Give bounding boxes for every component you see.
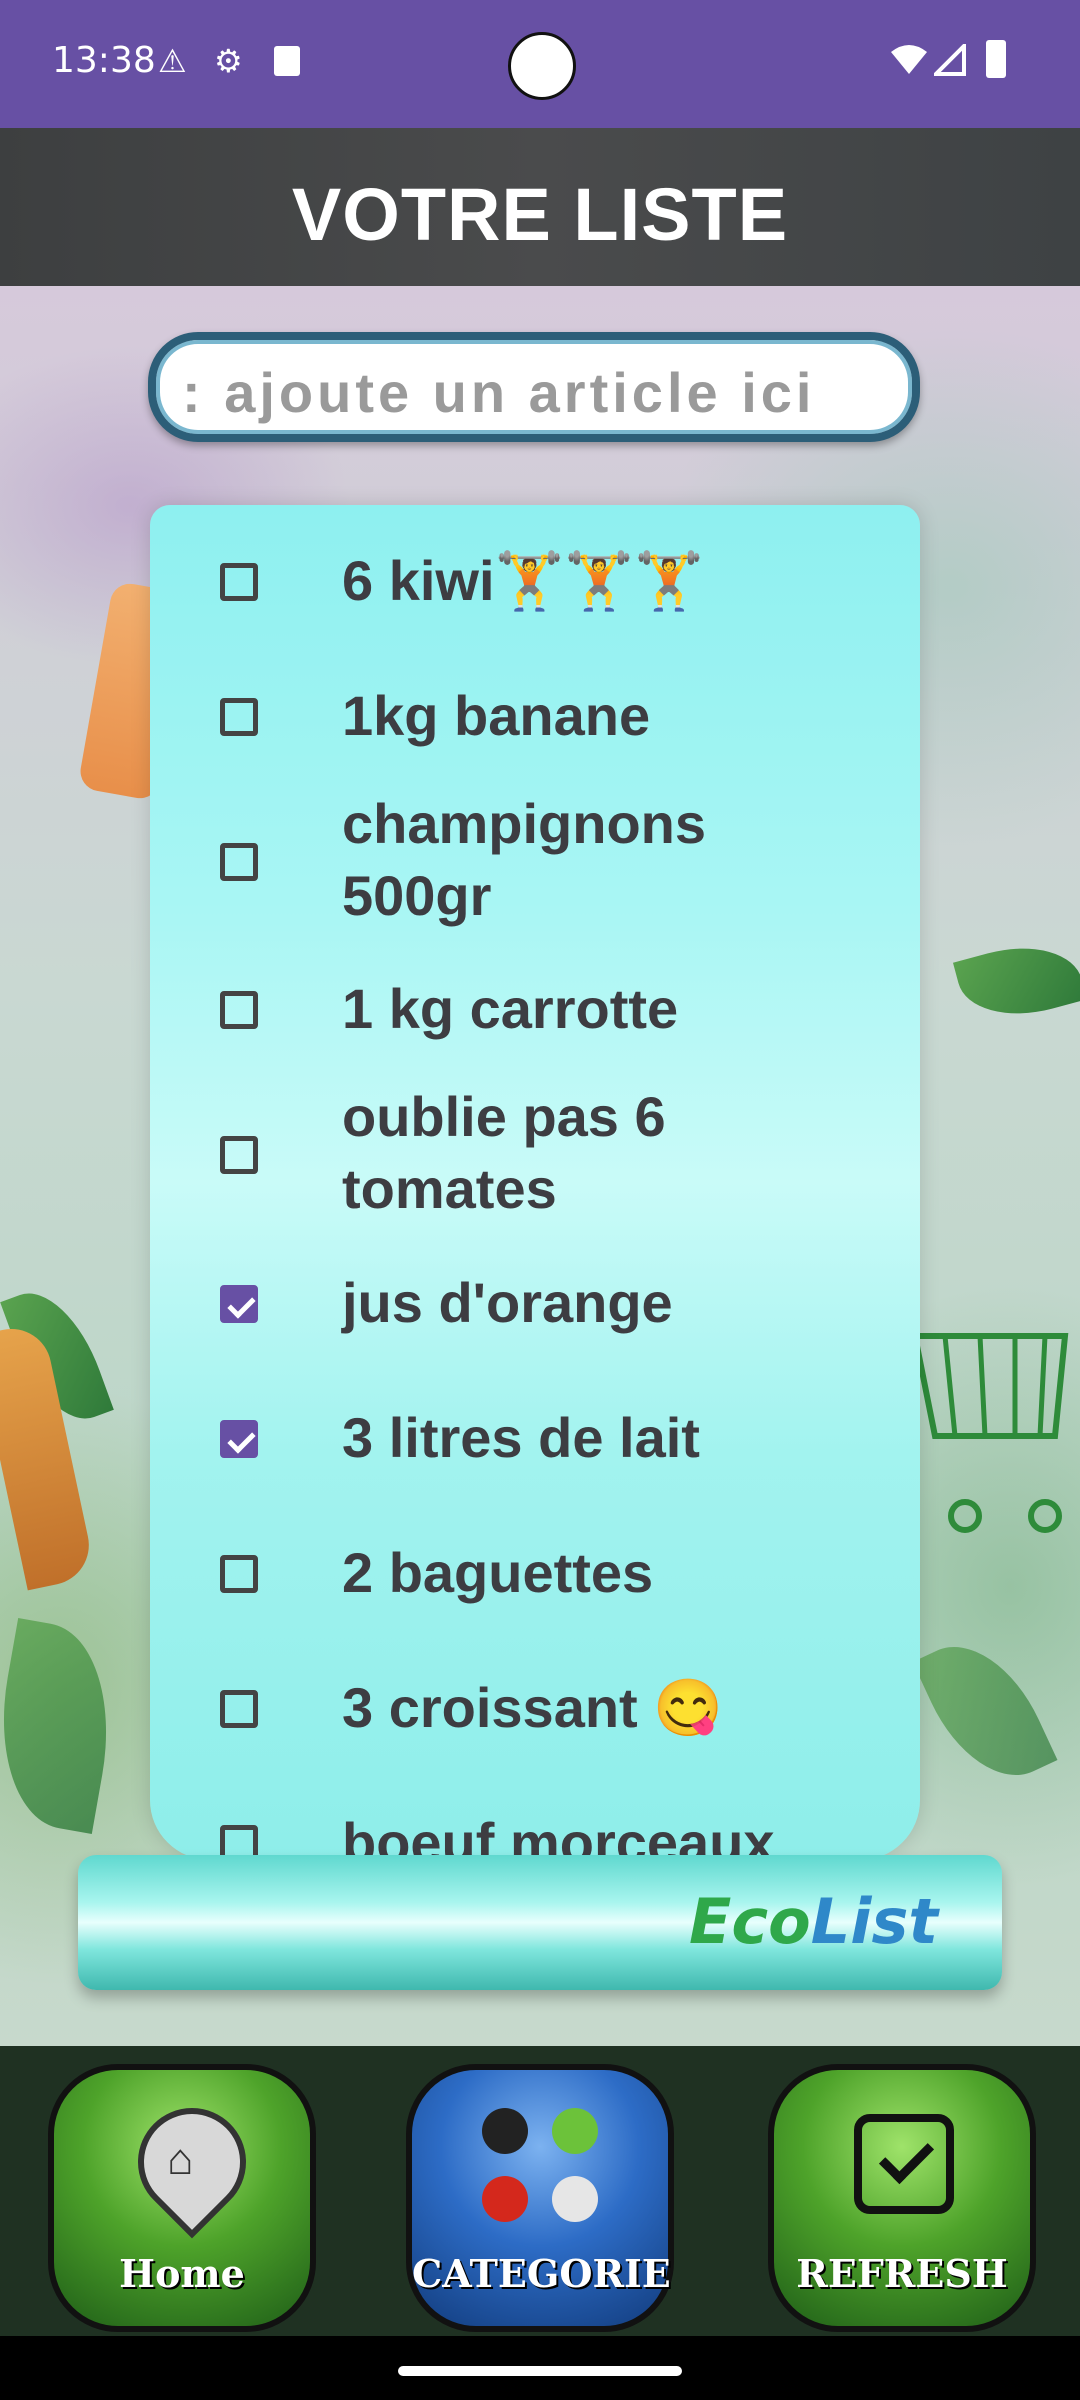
item-label: 2 baguettes (342, 1541, 654, 1604)
item-label: 6 kiwi🏋🏋🏋 (342, 549, 704, 612)
home-button-label: Home (119, 2251, 245, 2296)
cart-decoration (911, 1333, 1069, 1533)
status-time: 13:38 (52, 40, 156, 81)
logo-eco-text: Eco (688, 1885, 811, 1958)
item-checkbox[interactable] (220, 991, 258, 1029)
list-item[interactable]: 6 kiwi🏋🏋🏋 (150, 545, 920, 625)
battery-icon (986, 40, 1006, 78)
item-checkbox[interactable] (220, 1690, 258, 1728)
list-item[interactable]: 1kg banane (150, 680, 920, 760)
status-bar: 13:38 ⚠ ⚙ (0, 0, 1080, 128)
item-checkbox[interactable] (220, 698, 258, 736)
item-checkbox[interactable] (220, 1420, 258, 1458)
add-item-input[interactable]: : ajoute un article ici (148, 332, 920, 442)
item-label: 1 kg carrotte (342, 977, 679, 1040)
black-dot-icon (482, 2108, 528, 2154)
item-label: 1kg banane (342, 684, 651, 747)
red-dot-icon (482, 2176, 528, 2222)
shopping-list[interactable]: 6 kiwi🏋🏋🏋 1kg banane champignons 500gr 1… (150, 505, 920, 1860)
list-item[interactable]: oublie pas 6 tomates (150, 1081, 920, 1231)
list-item[interactable]: 2 baguettes (150, 1537, 920, 1617)
list-item[interactable]: 3 croissant 😋 (150, 1672, 920, 1752)
gear-icon: ⚙ (214, 43, 243, 79)
refresh-button[interactable]: REFRESH (768, 2064, 1036, 2332)
refresh-button-label: REFRESH (796, 2251, 1008, 2296)
item-checkbox[interactable] (220, 1285, 258, 1323)
house-icon: ⌂ (167, 2135, 194, 2184)
item-label: oublie pas 6 tomates (342, 1085, 666, 1220)
categorie-button-label: CATEGORIE (412, 2251, 671, 2296)
list-item[interactable]: 1 kg carrotte (150, 973, 920, 1053)
list-item[interactable]: 3 litres de lait (150, 1402, 920, 1482)
item-label: 3 litres de lait (342, 1406, 700, 1469)
item-checkbox[interactable] (220, 1555, 258, 1593)
item-checkbox[interactable] (220, 563, 258, 601)
ecolist-logo: EcoList (689, 1885, 938, 1958)
bottom-navigation: ⌂ Home CATEGORIE REFRESH (0, 2046, 1080, 2336)
item-label: jus d'orange (342, 1271, 673, 1334)
item-label: boeuf morceaux (342, 1811, 775, 1860)
logo-list-text: List (810, 1885, 938, 1958)
page-title: VOTRE LISTE (291, 173, 789, 256)
leaf-decoration (912, 1624, 1058, 1798)
add-item-placeholder: : ajoute un article ici (182, 361, 816, 424)
list-item[interactable]: champignons 500gr (150, 788, 920, 938)
scroll-roll: EcoList (78, 1855, 1002, 1990)
system-navigation-bar (0, 2336, 1080, 2400)
leaf-decoration (0, 1617, 127, 1835)
list-item[interactable]: boeuf morceaux (150, 1807, 920, 1860)
item-checkbox[interactable] (220, 1136, 258, 1174)
home-button[interactable]: ⌂ Home (48, 2064, 316, 2332)
leaf-decoration (952, 931, 1080, 1031)
item-label: 3 croissant 😋 (342, 1676, 723, 1739)
warning-icon: ⚠ (158, 43, 187, 79)
checkbox-check-icon (854, 2114, 954, 2214)
categorie-button[interactable]: CATEGORIE (406, 2064, 674, 2332)
green-dot-icon (552, 2108, 598, 2154)
camera-cutout (508, 32, 576, 100)
wifi-icon (891, 45, 927, 74)
sd-card-icon (274, 46, 300, 76)
gesture-handle[interactable] (398, 2366, 682, 2376)
app-title-bar: VOTRE LISTE (0, 128, 1080, 286)
item-label: champignons 500gr (342, 792, 707, 927)
item-checkbox[interactable] (220, 843, 258, 881)
list-item[interactable]: jus d'orange (150, 1267, 920, 1347)
white-dot-icon (552, 2176, 598, 2222)
signal-icon (934, 44, 966, 76)
